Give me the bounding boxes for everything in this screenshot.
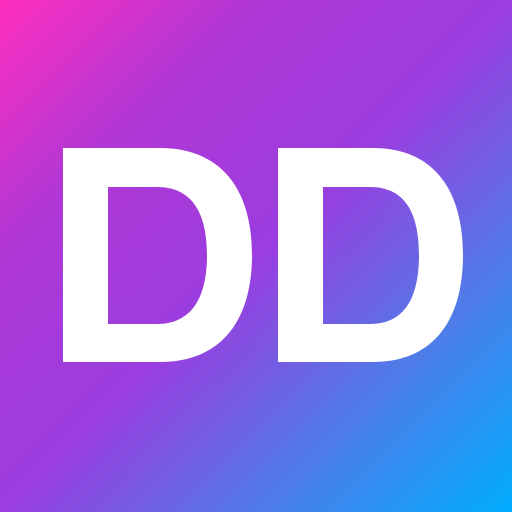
letter-d-right <box>278 148 463 362</box>
dd-monogram-logo <box>63 148 463 362</box>
app-icon <box>0 0 512 512</box>
letter-d-left <box>63 148 252 362</box>
